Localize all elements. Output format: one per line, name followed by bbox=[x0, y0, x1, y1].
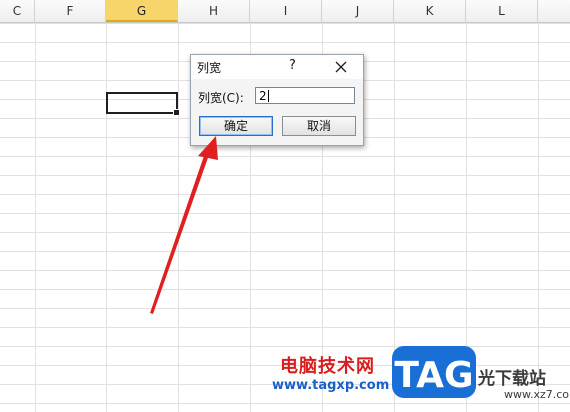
tag-logo-icon: TAG bbox=[392, 346, 476, 398]
column-header-f[interactable]: F bbox=[35, 0, 106, 22]
watermark-url: www.tagxp.com bbox=[272, 378, 390, 393]
text-caret bbox=[267, 90, 269, 102]
watermark-right-url: www.xz7.com bbox=[504, 388, 570, 401]
column-width-label: 列宽(C): bbox=[198, 91, 244, 105]
column-width-dialog: 列宽 ? 列宽(C): 2 确定 取消 bbox=[190, 54, 364, 146]
column-header-i[interactable]: I bbox=[250, 0, 322, 22]
column-width-input[interactable]: 2 bbox=[255, 87, 355, 104]
column-header-c[interactable]: C bbox=[0, 0, 35, 22]
column-header-k[interactable]: K bbox=[394, 0, 466, 22]
grid-line bbox=[178, 23, 179, 412]
column-width-value: 2 bbox=[259, 89, 267, 103]
logo-text: TAG bbox=[394, 355, 473, 396]
grid-line bbox=[106, 23, 107, 412]
ok-button[interactable]: 确定 bbox=[199, 116, 273, 136]
dialog-title: 列宽 bbox=[197, 61, 222, 75]
column-header-l[interactable]: L bbox=[466, 0, 538, 22]
grid-line bbox=[35, 23, 36, 412]
close-icon[interactable] bbox=[333, 59, 349, 75]
column-header-g[interactable]: G bbox=[106, 0, 178, 22]
column-header-bar: C F G H I J K L bbox=[0, 0, 570, 23]
help-button[interactable]: ? bbox=[289, 58, 296, 73]
watermark-site-name: 电脑技术网 bbox=[280, 356, 375, 377]
column-header-j[interactable]: J bbox=[322, 0, 394, 22]
watermark-right-text: 光下载站 bbox=[478, 369, 546, 389]
column-header-h[interactable]: H bbox=[178, 0, 250, 22]
grid-line bbox=[538, 23, 539, 412]
cancel-button[interactable]: 取消 bbox=[282, 116, 356, 136]
dialog-titlebar[interactable]: 列宽 ? bbox=[191, 55, 363, 79]
active-cell[interactable] bbox=[106, 92, 180, 116]
